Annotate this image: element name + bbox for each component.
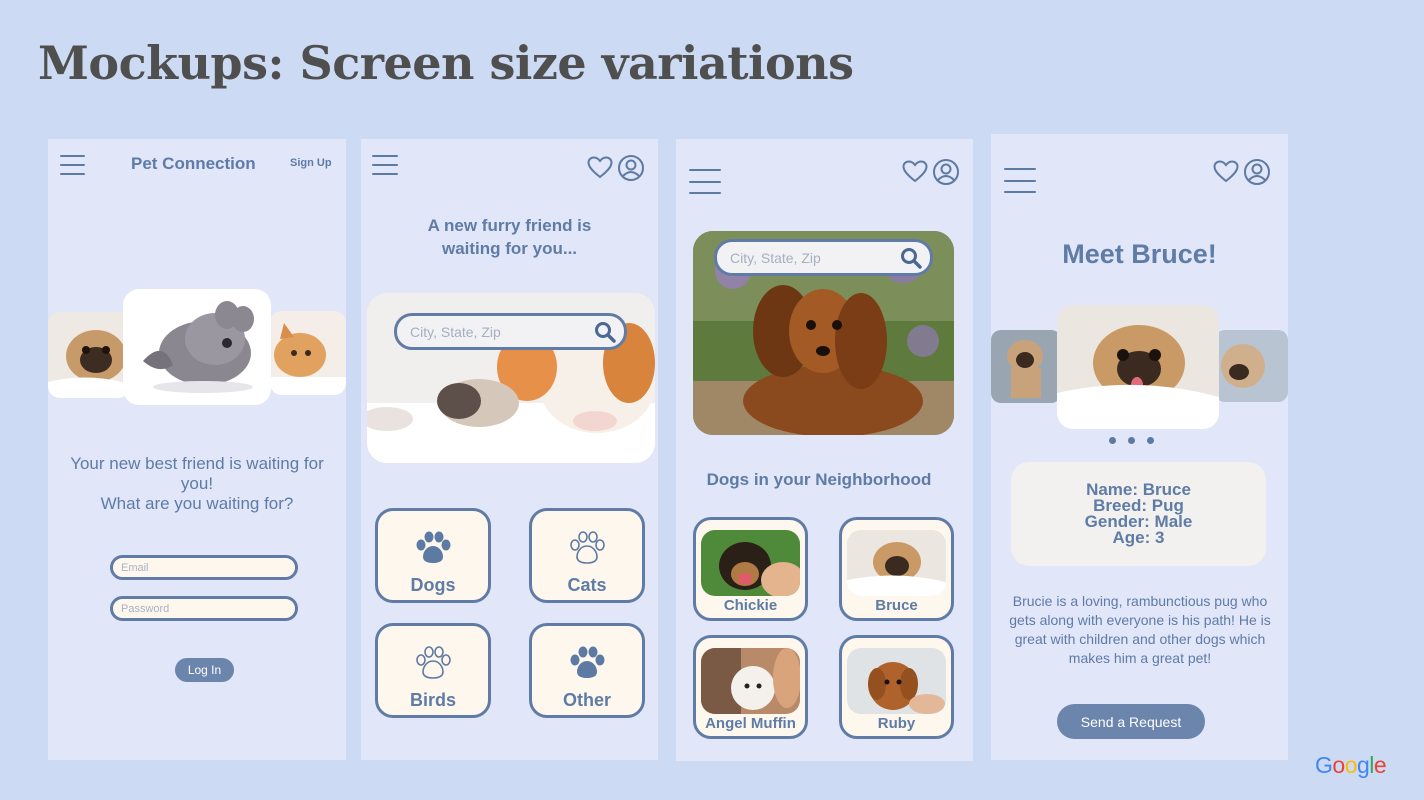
carousel-pagination[interactable] [1109, 437, 1154, 444]
logo-letter: o [1344, 752, 1358, 778]
profile-icon[interactable] [1243, 158, 1271, 186]
paw-filled-icon [413, 531, 453, 565]
carousel-photo-kitten[interactable] [270, 311, 346, 395]
send-request-button[interactable]: Send a Request [1057, 704, 1205, 739]
section-title: Dogs in your Neighborhood [706, 470, 932, 489]
search-input[interactable]: City, State, Zip [730, 250, 821, 266]
sign-up-link[interactable]: Sign Up [290, 157, 332, 169]
search-bar[interactable]: City, State, Zip [394, 313, 627, 350]
hamburger-icon[interactable] [60, 155, 85, 175]
paw-outline-icon [567, 531, 607, 565]
tagline-line-3: What are you waiting for? [100, 494, 294, 513]
carousel-photo-chinchilla[interactable] [123, 289, 271, 405]
category-label: Other [562, 690, 611, 710]
slide-title: Mockups: Screen size variations [38, 36, 854, 90]
paw-filled-icon [567, 646, 607, 680]
screen2-headline: A new furry friend is waiting for you... [361, 214, 658, 260]
logo-letter: e [1373, 752, 1387, 778]
category-label: Cats [567, 575, 607, 595]
phone-mockup-categories: A new furry friend is waiting for you...… [361, 139, 658, 760]
pet-age: Age: 3 [1112, 528, 1165, 547]
category-dogs[interactable]: Dogs [375, 508, 491, 603]
welcome-tagline: Your new best friend is waiting for you!… [48, 454, 346, 514]
carousel-photo-pug-standing[interactable] [991, 330, 1061, 403]
profile-icon[interactable] [932, 158, 960, 186]
dog-card-ruby[interactable]: Ruby [839, 635, 954, 739]
phone-mockup-login: Pet Connection Sign Up Your new best fri… [48, 139, 346, 760]
profile-title: Meet Bruce! [1062, 239, 1217, 269]
logo-letter: o [1332, 752, 1345, 778]
profile-icon[interactable] [617, 154, 645, 182]
tagline-line-1: Your new best friend is waiting for [70, 454, 324, 473]
category-label: Dogs [410, 575, 456, 595]
dog-name: Bruce [875, 597, 918, 614]
carousel-photo-pug-side[interactable] [1215, 330, 1288, 402]
dog-card-bruce[interactable]: Bruce [839, 517, 954, 621]
heart-icon[interactable] [587, 156, 613, 180]
logo-letter: G [1315, 752, 1333, 778]
hamburger-icon[interactable] [372, 155, 398, 175]
pet-bio: Brucie is a loving, rambunctious pug who… [1009, 593, 1271, 666]
tagline-line-2: you! [180, 474, 214, 493]
dog-name: Chickie [723, 597, 778, 614]
headline-line-1: A new furry friend is [427, 216, 592, 235]
carousel-photo-bruce[interactable] [1057, 305, 1219, 429]
dog-photo [847, 530, 946, 596]
dog-photo [847, 648, 946, 714]
heart-icon[interactable] [1213, 160, 1239, 184]
search-icon[interactable] [594, 321, 616, 343]
pet-info-card: Name: Bruce Breed: Pug Gender: Male Age:… [1011, 462, 1266, 566]
password-field[interactable]: Password [110, 596, 298, 621]
search-input[interactable]: City, State, Zip [410, 324, 501, 340]
carousel-photo-pug[interactable] [48, 312, 130, 398]
dog-card-angel-muffin[interactable]: Angel Muffin [693, 635, 808, 739]
headline-line-2: waiting for you... [441, 239, 578, 258]
category-cats[interactable]: Cats [529, 508, 645, 603]
category-birds[interactable]: Birds [375, 623, 491, 718]
hamburger-icon[interactable] [1004, 168, 1036, 193]
dog-photo [701, 530, 800, 596]
email-field[interactable]: Email [110, 555, 298, 580]
google-logo: Google [1315, 752, 1387, 779]
hamburger-icon[interactable] [689, 169, 721, 194]
logo-letter: g [1356, 752, 1370, 778]
dog-photo [701, 648, 800, 714]
dog-name: Ruby [877, 715, 916, 732]
app-name: Pet Connection [131, 154, 256, 173]
dog-name: Angel Muffin [705, 715, 796, 732]
phone-mockup-profile: Meet Bruce! Name: Bruce Breed: Pug Gende… [991, 134, 1288, 760]
category-label: Birds [409, 690, 456, 710]
heart-icon[interactable] [902, 160, 928, 184]
paw-outline-icon [413, 646, 453, 680]
search-icon[interactable] [900, 247, 922, 269]
category-other[interactable]: Other [529, 623, 645, 718]
dog-card-chickie[interactable]: Chickie [693, 517, 808, 621]
search-bar[interactable]: City, State, Zip [714, 239, 933, 276]
phone-mockup-neighborhood: City, State, Zip Dogs in your Neighborho… [676, 139, 973, 761]
login-button[interactable]: Log In [175, 658, 234, 682]
